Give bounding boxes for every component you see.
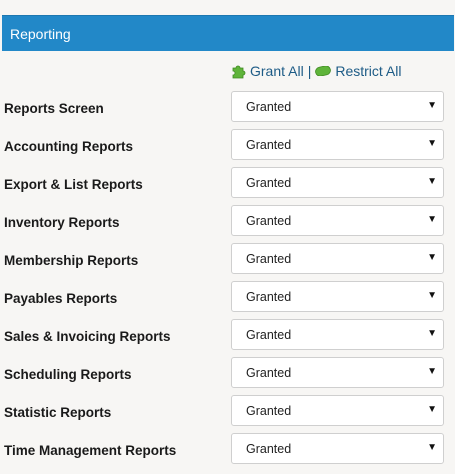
permission-label: Membership Reports xyxy=(4,253,139,268)
grant-all-link[interactable]: Grant All xyxy=(230,63,304,79)
permission-row-sales-invoicing-reports: Sales & Invoicing Reports Granted ▼ xyxy=(0,319,455,355)
permission-row-inventory-reports: Inventory Reports Granted ▼ xyxy=(0,205,455,241)
dropdown-arrow-icon: ▼ xyxy=(427,252,437,263)
select-value: Granted xyxy=(246,404,292,418)
grant-all-label: Grant All xyxy=(250,63,304,79)
dropdown-arrow-icon: ▼ xyxy=(427,328,437,339)
select-value: Granted xyxy=(246,176,292,190)
permission-label: Export & List Reports xyxy=(4,177,143,192)
permission-label: Time Management Reports xyxy=(4,443,177,458)
permission-select[interactable]: Granted ▼ xyxy=(231,357,444,388)
select-value: Granted xyxy=(246,214,292,228)
permission-row-time-management-reports: Time Management Reports Granted ▼ xyxy=(0,433,455,469)
pill-icon xyxy=(315,66,332,76)
permission-select[interactable]: Granted ▼ xyxy=(231,129,444,160)
permission-row-statistic-reports: Statistic Reports Granted ▼ xyxy=(0,395,455,431)
permission-row-reports-screen: Reports Screen Granted ▼ xyxy=(0,91,455,127)
permission-label: Accounting Reports xyxy=(4,139,134,154)
permission-select[interactable]: Granted ▼ xyxy=(231,243,444,274)
restrict-all-label: Restrict All xyxy=(335,63,402,79)
permission-select[interactable]: Granted ▼ xyxy=(231,319,444,350)
restrict-all-link[interactable]: Restrict All xyxy=(315,63,401,79)
permission-select[interactable]: Granted ▼ xyxy=(231,433,444,464)
puzzle-icon xyxy=(232,65,246,79)
section-header: Reporting xyxy=(2,15,454,51)
permission-row-export-list-reports: Export & List Reports Granted ▼ xyxy=(0,167,455,203)
dropdown-arrow-icon: ▼ xyxy=(427,214,437,225)
select-value: Granted xyxy=(246,100,292,114)
dropdown-arrow-icon: ▼ xyxy=(427,404,437,415)
permission-row-membership-reports: Membership Reports Granted ▼ xyxy=(0,243,455,279)
permission-label: Inventory Reports xyxy=(4,215,120,230)
permission-select[interactable]: Granted ▼ xyxy=(231,91,444,122)
dropdown-arrow-icon: ▼ xyxy=(427,366,437,377)
permission-select[interactable]: Granted ▼ xyxy=(231,205,444,236)
select-value: Granted xyxy=(246,252,292,266)
dropdown-arrow-icon: ▼ xyxy=(427,138,437,149)
permission-select[interactable]: Granted ▼ xyxy=(231,395,444,426)
dropdown-arrow-icon: ▼ xyxy=(427,176,437,187)
permission-label: Payables Reports xyxy=(4,291,118,306)
dropdown-arrow-icon: ▼ xyxy=(427,442,437,453)
select-value: Granted xyxy=(246,290,292,304)
permission-label: Statistic Reports xyxy=(4,405,112,420)
permission-label: Scheduling Reports xyxy=(4,367,132,382)
dropdown-arrow-icon: ▼ xyxy=(427,100,437,111)
select-value: Granted xyxy=(246,366,292,380)
section-title: Reporting xyxy=(10,26,71,42)
permission-row-accounting-reports: Accounting Reports Granted ▼ xyxy=(0,129,455,165)
bulk-actions: Grant All | Restrict All xyxy=(230,61,401,81)
select-value: Granted xyxy=(246,138,292,152)
permission-row-payables-reports: Payables Reports Granted ▼ xyxy=(0,281,455,317)
actions-separator: | xyxy=(307,63,312,79)
permission-label: Reports Screen xyxy=(4,101,104,116)
permission-select[interactable]: Granted ▼ xyxy=(231,167,444,198)
select-value: Granted xyxy=(246,328,292,342)
permission-row-scheduling-reports: Scheduling Reports Granted ▼ xyxy=(0,357,455,393)
dropdown-arrow-icon: ▼ xyxy=(427,290,437,301)
select-value: Granted xyxy=(246,442,292,456)
permission-label: Sales & Invoicing Reports xyxy=(4,329,171,344)
permission-select[interactable]: Granted ▼ xyxy=(231,281,444,312)
